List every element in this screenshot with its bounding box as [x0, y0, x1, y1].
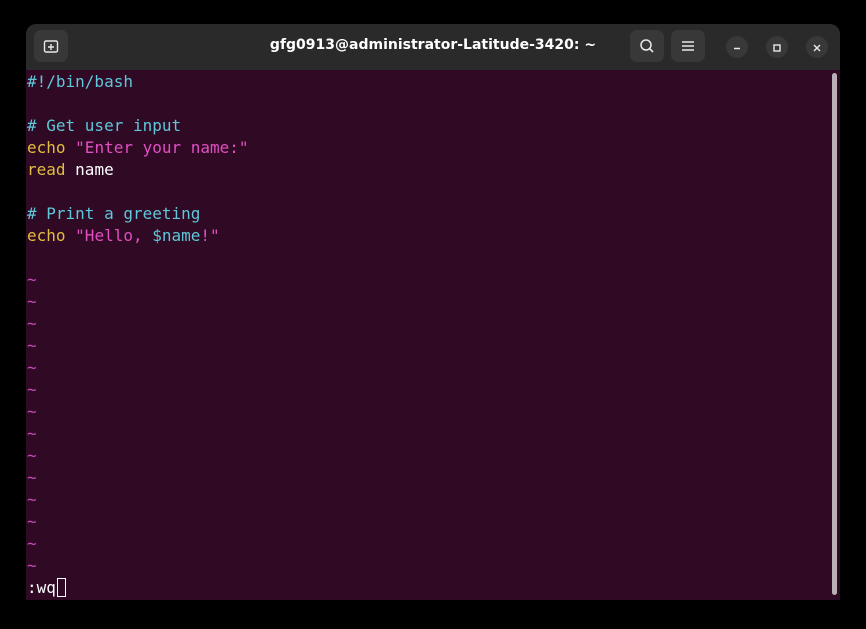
empty-line-tilde: ~: [27, 556, 37, 575]
code-line-shebang: #!/bin/bash: [27, 72, 133, 91]
hamburger-menu-icon: [681, 40, 695, 52]
empty-line-tilde: ~: [27, 402, 37, 421]
argument: name: [75, 160, 114, 179]
keyword: echo: [27, 138, 66, 157]
string-literal: "Enter your name:": [75, 138, 249, 157]
search-icon: [639, 38, 655, 54]
empty-line-tilde: ~: [27, 292, 37, 311]
empty-line-tilde: ~: [27, 270, 37, 289]
command-line[interactable]: :wq: [27, 577, 66, 599]
code-line-echo: echo "Hello, $name!": [27, 225, 220, 247]
keyword: echo: [27, 226, 66, 245]
title-bar[interactable]: gfg0913@administrator-Latitude-3420: ~: [26, 24, 840, 70]
empty-line-tilde: ~: [27, 490, 37, 509]
empty-line-tilde: ~: [27, 424, 37, 443]
scrollbar[interactable]: [832, 73, 837, 595]
minimize-icon: [732, 38, 742, 57]
text-cursor: [56, 578, 66, 597]
code-line-echo: echo "Enter your name:": [27, 137, 249, 159]
empty-line-tilde: ~: [27, 380, 37, 399]
menu-button[interactable]: [671, 30, 705, 62]
empty-line-tilde: ~: [27, 534, 37, 553]
minimize-button[interactable]: [726, 36, 748, 58]
code-line-comment: # Print a greeting: [27, 204, 201, 223]
empty-line-tilde: ~: [27, 512, 37, 531]
terminal-window: gfg0913@administrator-Latitude-3420: ~ #…: [26, 24, 840, 600]
window-title: gfg0913@administrator-Latitude-3420: ~: [269, 37, 597, 53]
empty-line-tilde: ~: [27, 336, 37, 355]
code-line-comment: # Get user input: [27, 116, 182, 135]
variable: $name: [152, 226, 201, 245]
string-literal: "Hello,: [75, 226, 153, 245]
close-icon: [812, 38, 822, 57]
empty-line-tilde: ~: [27, 446, 37, 465]
terminal-content[interactable]: #!/bin/bash # Get user input echo "Enter…: [26, 70, 840, 600]
empty-line-tilde: ~: [27, 314, 37, 333]
empty-line-tilde: ~: [27, 358, 37, 377]
maximize-icon: [772, 38, 782, 57]
empty-line-tilde: ~: [27, 468, 37, 487]
close-button[interactable]: [806, 36, 828, 58]
maximize-button[interactable]: [766, 36, 788, 58]
search-button[interactable]: [630, 30, 664, 62]
keyword: read: [27, 160, 66, 179]
command-text: :wq: [27, 578, 56, 597]
code-line-read: read name: [27, 159, 114, 181]
string-literal: !": [200, 226, 220, 245]
